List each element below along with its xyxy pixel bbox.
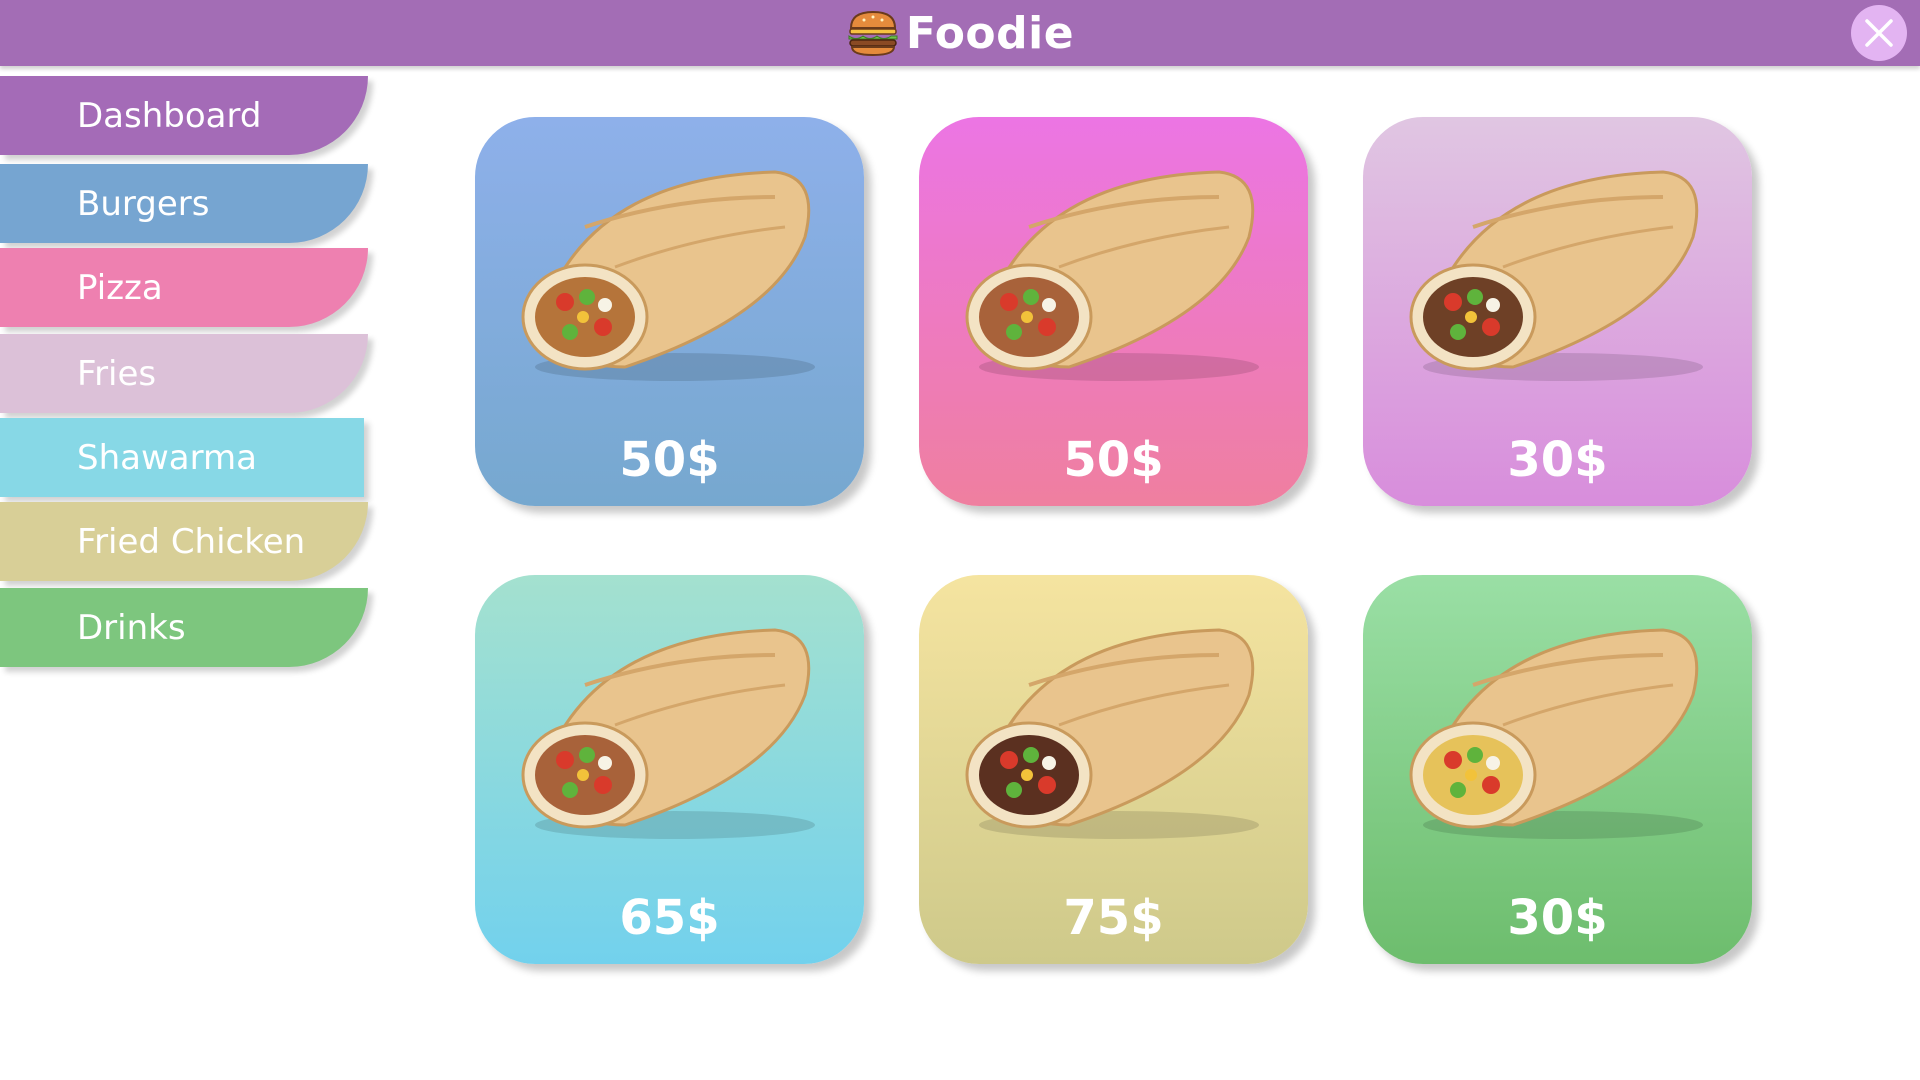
product-card[interactable]: 50$ — [919, 117, 1308, 506]
sidebar-item-fried-chicken[interactable]: Fried Chicken — [0, 502, 368, 581]
app-title: Foodie — [905, 7, 1075, 59]
close-button[interactable] — [1851, 5, 1907, 61]
sidebar-item-dashboard[interactable]: Dashboard — [0, 76, 368, 155]
sidebar-item-label: Fries — [77, 353, 157, 394]
sidebar-item-label: Fried Chicken — [77, 521, 306, 562]
close-icon — [1865, 19, 1893, 47]
brand: Foodie — [0, 0, 1920, 66]
product-card[interactable]: 30$ — [1363, 117, 1752, 506]
shawarma-wrap-image — [521, 628, 815, 839]
product-card[interactable]: 50$ — [475, 117, 864, 506]
chicken-wrap-image — [521, 170, 815, 381]
beef-wrap-image — [965, 628, 1259, 839]
product-price: 50$ — [1063, 432, 1164, 488]
sidebar-item-label: Dashboard — [77, 95, 262, 136]
product-price: 50$ — [619, 432, 720, 488]
top-bar: Foodie — [0, 0, 1920, 66]
sidebar-item-label: Pizza — [77, 267, 163, 308]
beef-shawarma-image — [1409, 170, 1703, 381]
product-card[interactable]: 65$ — [475, 575, 864, 964]
product-price: 30$ — [1507, 432, 1608, 488]
product-card[interactable]: 75$ — [919, 575, 1308, 964]
sidebar-item-label: Drinks — [77, 607, 186, 648]
sidebar-item-burgers[interactable]: Burgers — [0, 164, 368, 243]
shawarma-wrap-image — [965, 170, 1259, 381]
product-price: 65$ — [619, 890, 720, 946]
sidebar-item-label: Burgers — [77, 183, 210, 224]
product-price: 30$ — [1507, 890, 1608, 946]
burger-icon — [848, 10, 898, 57]
sidebar-item-label: Shawarma — [77, 437, 257, 478]
product-price: 75$ — [1063, 890, 1164, 946]
sidebar-item-fries[interactable]: Fries — [0, 334, 368, 413]
sidebar-item-pizza[interactable]: Pizza — [0, 248, 368, 327]
product-card[interactable]: 30$ — [1363, 575, 1752, 964]
sidebar-item-shawarma[interactable]: Shawarma — [0, 418, 364, 497]
veggie-wrap-image — [1409, 628, 1703, 839]
sidebar-item-drinks[interactable]: Drinks — [0, 588, 368, 667]
